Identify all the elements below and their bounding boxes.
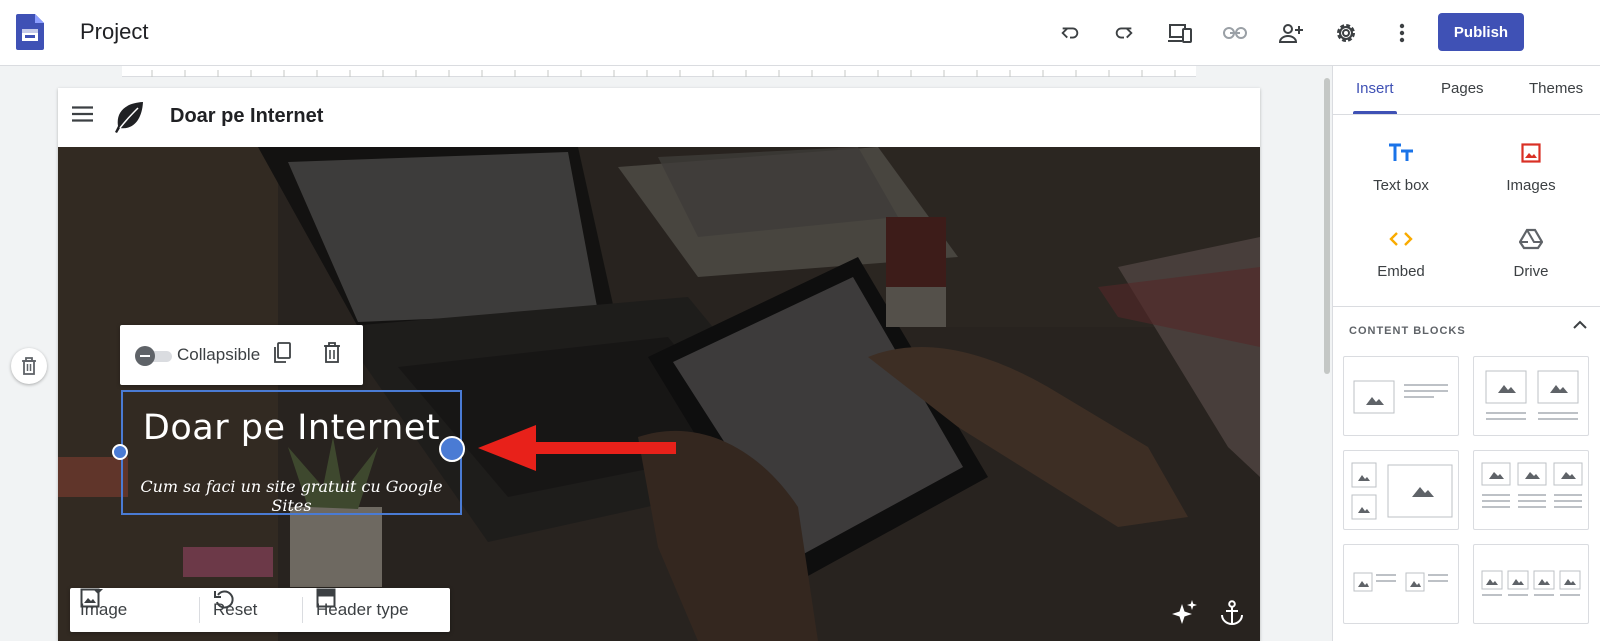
text-box-label: Text box	[1373, 177, 1429, 194]
text-box-icon	[1387, 139, 1415, 167]
content-block-four-columns[interactable]	[1473, 544, 1589, 624]
tab-insert[interactable]: Insert	[1356, 80, 1394, 97]
header-type-icon	[316, 588, 336, 608]
toolbar-divider	[199, 597, 200, 623]
reset-icon	[214, 590, 234, 609]
collapsible-toggle[interactable]	[134, 345, 174, 366]
resize-handle-left[interactable]	[112, 444, 128, 460]
google-sites-logo-icon[interactable]	[16, 14, 44, 50]
tab-pages[interactable]: Pages	[1441, 80, 1484, 97]
embed-label: Embed	[1377, 263, 1425, 280]
drive-icon	[1517, 225, 1545, 253]
image-icon	[1517, 139, 1545, 167]
delete-section-side-button[interactable]	[11, 348, 47, 384]
ruler-track	[122, 66, 1196, 77]
leaf-logo-icon[interactable]	[114, 100, 146, 134]
hero-title[interactable]: Doar pe Internet	[123, 408, 460, 448]
drive-label: Drive	[1513, 263, 1549, 280]
content-blocks-heading: CONTENT BLOCKS	[1349, 325, 1466, 337]
site-header-nav: Doar pe Internet	[58, 88, 1260, 147]
change-image-button[interactable]: Image	[80, 588, 127, 632]
top-bar: Project Publish	[0, 0, 1600, 66]
publish-button[interactable]: Publish	[1438, 13, 1524, 51]
site-canvas: Doar pe Internet Collapsible Doar pe Int…	[58, 88, 1260, 641]
collapsible-label: Collapsible	[177, 345, 261, 364]
content-block-image-text[interactable]	[1343, 356, 1459, 436]
insert-images-button[interactable]: Images	[1471, 139, 1591, 194]
content-block-three-columns[interactable]	[1473, 450, 1589, 530]
content-block-two-images[interactable]	[1473, 356, 1589, 436]
content-blocks-divider	[1333, 306, 1600, 307]
hero-header: Collapsible Doar pe Internet Cum sa faci…	[58, 147, 1260, 641]
undo-icon[interactable]	[1054, 17, 1086, 49]
trash-icon	[22, 357, 36, 375]
menu-icon[interactable]	[72, 106, 94, 122]
section-toolbar: Collapsible	[120, 325, 363, 385]
insert-drive-button[interactable]: Drive	[1471, 225, 1591, 280]
resize-handle-right[interactable]	[439, 436, 465, 462]
app-title[interactable]: Project	[80, 19, 148, 45]
images-label: Images	[1506, 177, 1556, 194]
ruler	[0, 66, 1332, 77]
embed-icon	[1387, 225, 1415, 253]
content-block-three-images[interactable]	[1343, 450, 1459, 530]
more-vert-icon[interactable]	[1386, 17, 1418, 49]
right-side-panel: Insert Pages Themes Text box Images Embe…	[1332, 66, 1600, 641]
header-bottom-toolbar: Image Reset Header type	[70, 588, 450, 632]
chevron-up-icon[interactable]	[1573, 320, 1587, 330]
redo-icon[interactable]	[1108, 17, 1140, 49]
share-icon[interactable]	[1275, 17, 1307, 49]
hero-subtitle[interactable]: Cum sa faci un site gratuit cu Google Si…	[123, 477, 460, 515]
preview-devices-icon[interactable]	[1164, 17, 1196, 49]
chevron-down-icon	[93, 589, 103, 594]
reset-button[interactable]: Reset	[213, 588, 257, 632]
settings-icon[interactable]	[1330, 17, 1362, 49]
insert-embed-button[interactable]: Embed	[1341, 225, 1461, 280]
canvas-scrollbar[interactable]	[1324, 78, 1330, 374]
toolbar-divider	[302, 597, 303, 623]
link-icon[interactable]	[1219, 17, 1251, 49]
tab-themes[interactable]: Themes	[1529, 80, 1583, 97]
content-block-two-rows[interactable]	[1343, 544, 1459, 624]
site-name[interactable]: Doar pe Internet	[170, 105, 323, 128]
insert-text-box-button[interactable]: Text box	[1341, 139, 1461, 194]
tabs-divider	[1333, 114, 1600, 115]
hero-text-box[interactable]: Doar pe Internet Cum sa faci un site gra…	[121, 390, 462, 515]
header-type-button[interactable]: Header type	[316, 588, 409, 632]
